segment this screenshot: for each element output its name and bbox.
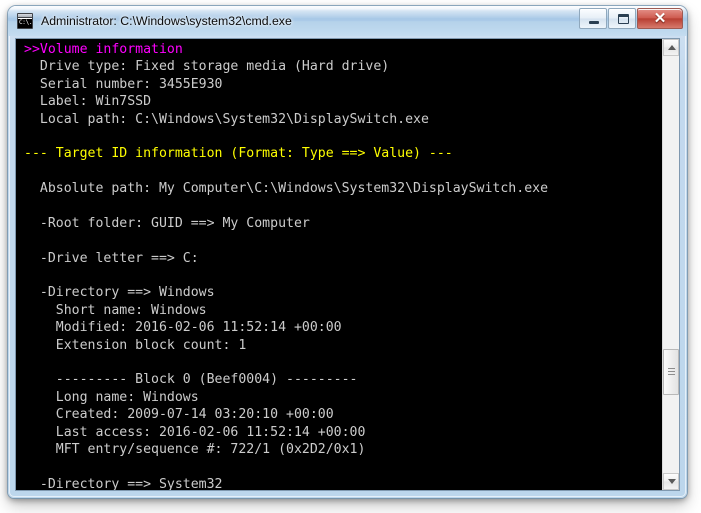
- console-line: Last access: 2016-02-06 11:52:14 +00:00: [24, 424, 366, 440]
- scroll-up-button[interactable]: [663, 39, 679, 56]
- caption-button-group: ✕: [578, 8, 683, 29]
- console-line: Long name: Windows: [24, 389, 199, 405]
- cmd-console-icon[interactable]: C:\.: [17, 13, 33, 29]
- close-icon: ✕: [653, 10, 667, 27]
- console-line: -Drive letter ==> C:: [24, 250, 199, 266]
- console-line: Extension block count: 1: [24, 337, 247, 353]
- console-line: Serial number: 3455E930: [24, 76, 223, 92]
- console-client-area: >>Volume information Drive type: Fixed s…: [15, 38, 680, 491]
- console-line: -Directory ==> Windows: [24, 285, 215, 301]
- console-line: Drive type: Fixed storage media (Hard dr…: [24, 59, 390, 75]
- console-line: --- Target ID information (Format: Type …: [24, 146, 453, 162]
- icon-prompt-text: C:\.: [19, 19, 33, 26]
- minimize-button[interactable]: [579, 8, 607, 29]
- console-line: Created: 2009-07-14 03:20:10 +00:00: [24, 407, 334, 423]
- icon-titlebar-strip: [18, 14, 32, 18]
- minimize-icon: [589, 21, 599, 24]
- scrollbar-track[interactable]: [663, 56, 679, 473]
- console-line: -Directory ==> System32: [24, 476, 223, 490]
- chevron-down-icon: [668, 479, 676, 484]
- console-line: -Root folder: GUID ==> My Computer: [24, 215, 310, 231]
- console-line: --------- Block 0 (Beef0004) ---------: [24, 372, 358, 388]
- window-title: Administrator: C:\Windows\system32\cmd.e…: [41, 14, 292, 28]
- vertical-scrollbar[interactable]: [662, 39, 679, 490]
- scroll-down-button[interactable]: [663, 473, 679, 490]
- console-line: Absolute path: My Computer\C:\Windows\Sy…: [24, 181, 549, 197]
- console-output[interactable]: >>Volume information Drive type: Fixed s…: [16, 39, 662, 490]
- maximize-icon: [618, 14, 629, 24]
- console-line: MFT entry/sequence #: 722/1 (0x2D2/0x1): [24, 441, 366, 457]
- console-line: Modified: 2016-02-06 11:52:14 +00:00: [24, 320, 342, 336]
- title-bar[interactable]: C:\. Administrator: C:\Windows\system32\…: [8, 6, 687, 36]
- console-line: Short name: Windows: [24, 302, 207, 318]
- console-line: >>Volume information: [24, 42, 183, 57]
- maximize-button[interactable]: [608, 8, 636, 29]
- console-window: C:\. Administrator: C:\Windows\system32\…: [8, 6, 687, 498]
- console-line: Local path: C:\Windows\System32\DisplayS…: [24, 111, 429, 127]
- scrollbar-thumb[interactable]: [663, 349, 679, 395]
- scrollbar-grip-icon: [668, 368, 675, 376]
- close-button[interactable]: ✕: [637, 8, 683, 29]
- chevron-up-icon: [668, 45, 676, 50]
- console-line: Label: Win7SSD: [24, 94, 152, 110]
